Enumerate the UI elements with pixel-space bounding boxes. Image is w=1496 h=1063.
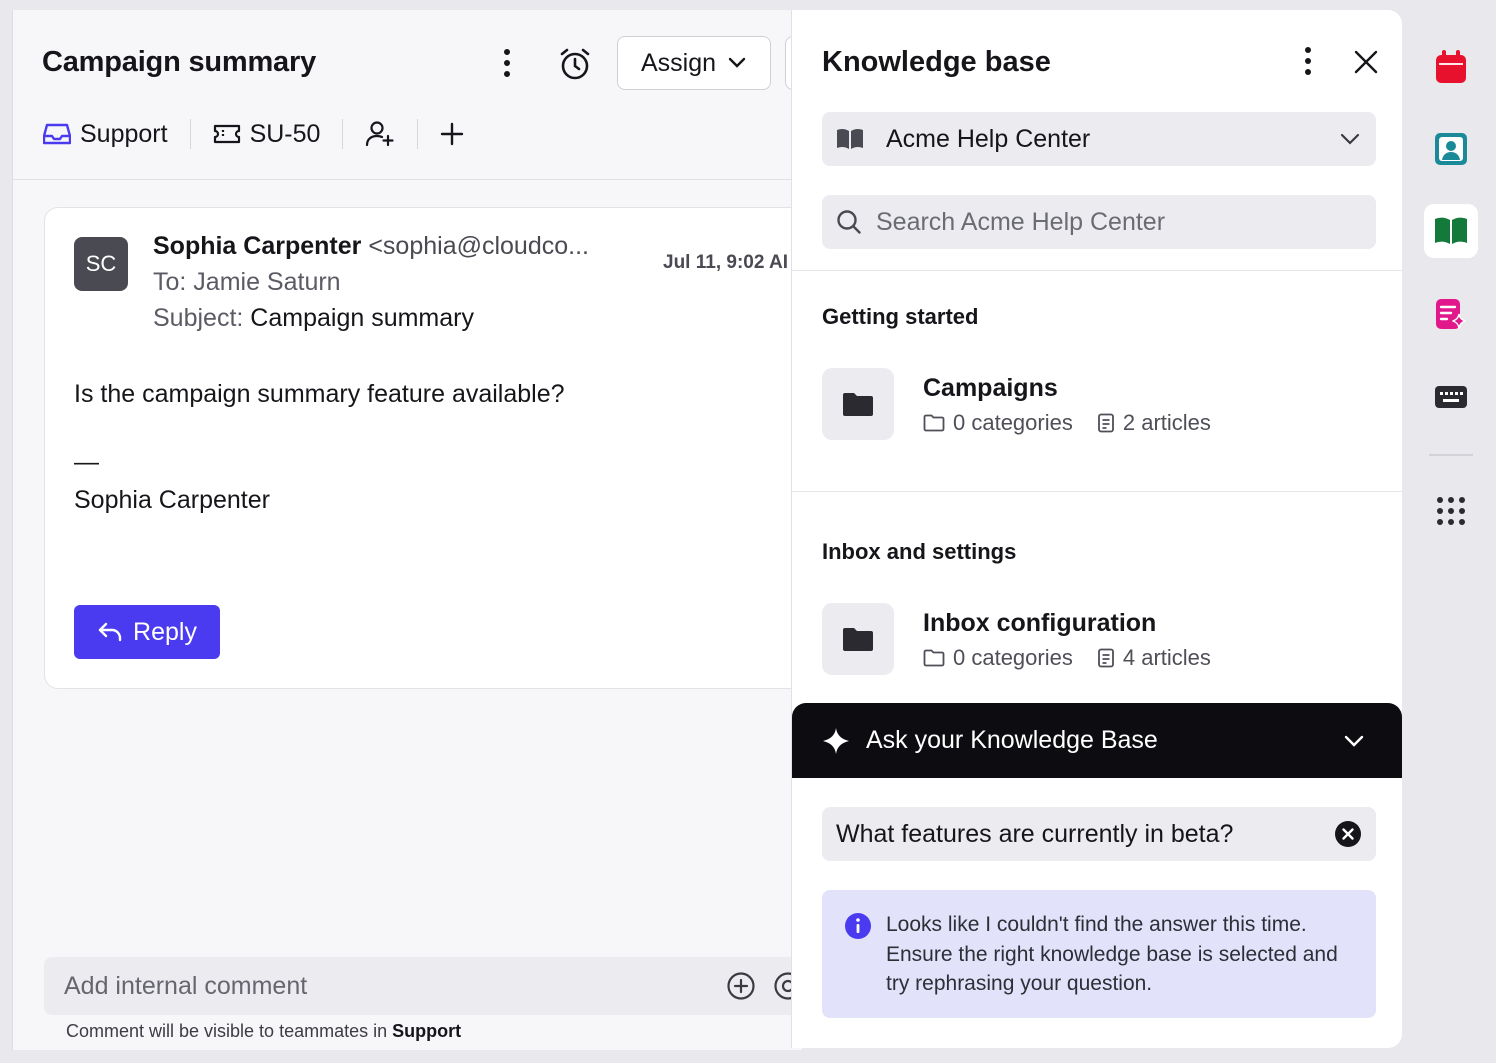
user-add-icon <box>365 120 395 148</box>
internal-comment-box <box>44 957 802 1015</box>
sender-name: Sophia Carpenter <box>153 232 362 260</box>
subject-line: Subject: Campaign summary <box>153 304 474 333</box>
rail-contact[interactable] <box>1424 122 1478 176</box>
knowledge-base-panel: Knowledge base Acme Help Center Getting … <box>791 10 1402 1048</box>
assign-label: Assign <box>641 48 717 77</box>
section-divider <box>792 491 1402 492</box>
conversation-meta-row: Support SU-50 <box>43 114 464 154</box>
info-icon <box>844 912 872 940</box>
folder-outline-icon <box>923 649 953 667</box>
rail-keyboard[interactable] <box>1424 370 1478 424</box>
collection-inbox-configuration[interactable]: Inbox configuration 0 categories 4 artic… <box>822 603 1376 675</box>
folder-icon <box>822 368 894 440</box>
clear-input-icon[interactable] <box>1334 820 1362 848</box>
assign-dropdown[interactable]: Assign <box>617 36 771 90</box>
collection-name: Inbox configuration <box>923 609 1157 637</box>
section-divider <box>792 270 1402 271</box>
add-tag-button[interactable] <box>440 122 464 146</box>
rail-divider <box>1429 454 1473 456</box>
sparkle-icon <box>822 727 850 755</box>
kb-more-options-icon[interactable] <box>1292 44 1324 78</box>
more-options-icon[interactable] <box>491 46 523 80</box>
article-count: 4 articles <box>1122 645 1211 670</box>
ask-knowledge-base-header[interactable]: Ask your Knowledge Base <box>792 703 1402 778</box>
meta-divider <box>417 119 419 149</box>
conversation-panel: Campaign summary Assign Support SU-50 SC… <box>12 10 802 1050</box>
article-icon <box>1097 648 1123 668</box>
add-attachment-icon[interactable] <box>724 969 758 1003</box>
reply-arrow-icon <box>97 621 123 643</box>
section-title-getting-started: Getting started <box>822 304 979 329</box>
chevron-down-icon <box>728 57 746 69</box>
category-count: 0 categories <box>953 410 1073 435</box>
signature-separator: — <box>74 448 99 476</box>
collection-campaigns[interactable]: Campaigns 0 categories 2 articles <box>822 368 1376 440</box>
signature: Sophia Carpenter <box>74 486 270 514</box>
search-icon <box>836 209 862 235</box>
ask-question-box <box>822 807 1376 861</box>
plus-icon <box>440 122 464 146</box>
folder-icon <box>822 603 894 675</box>
comment-note-inbox: Support <box>392 1021 462 1041</box>
snooze-alarm-icon[interactable] <box>555 44 595 84</box>
reply-label: Reply <box>133 617 197 646</box>
conversation-title: Campaign summary <box>42 46 316 78</box>
chevron-down-icon <box>1344 735 1364 747</box>
message-date: Jul 11, 9:02 AI <box>663 252 788 273</box>
comment-note-text: Comment will be visible to teammates in <box>66 1021 388 1041</box>
collection-meta: 0 categories 4 articles <box>923 645 1211 671</box>
meta-divider <box>189 119 191 149</box>
collection-meta: 0 categories 2 articles <box>923 410 1211 436</box>
meta-divider <box>342 119 344 149</box>
subject-text: Campaign summary <box>250 304 474 332</box>
category-count: 0 categories <box>953 645 1073 670</box>
message-body: Is the campaign summary feature availabl… <box>74 380 565 408</box>
article-icon <box>1097 413 1123 433</box>
article-count: 2 articles <box>1122 410 1211 435</box>
comment-input[interactable] <box>64 957 684 1015</box>
ai-compose-icon <box>1435 298 1467 332</box>
kb-search-input[interactable] <box>876 195 1356 249</box>
rail-knowledge-base[interactable] <box>1424 204 1478 258</box>
comment-visibility-note: Comment will be visible to teammates in … <box>66 1021 461 1042</box>
avatar: SC <box>74 237 128 291</box>
contact-icon <box>1434 132 1468 166</box>
conversation-header: Campaign summary Assign Support SU-50 <box>13 10 802 180</box>
help-center-select[interactable]: Acme Help Center <box>822 112 1376 166</box>
reply-button[interactable]: Reply <box>74 605 220 659</box>
sender-line: Sophia Carpenter <sophia@cloudco... <box>153 232 589 261</box>
knowledge-base-title: Knowledge base <box>822 46 1051 78</box>
alert-message: Looks like I couldn't find the answer th… <box>886 913 1338 995</box>
no-answer-alert: Looks like I couldn't find the answer th… <box>822 890 1376 1018</box>
folder-outline-icon <box>923 414 953 432</box>
rail-calendar[interactable] <box>1424 40 1478 94</box>
help-center-selected: Acme Help Center <box>886 124 1091 153</box>
ticket-id: SU-50 <box>249 119 321 148</box>
chevron-down-icon <box>1340 133 1360 145</box>
keyboard-icon <box>1434 385 1468 409</box>
inbox-label: Support <box>80 119 168 148</box>
sender-email: <sophia@cloudco... <box>368 232 589 260</box>
book-icon <box>836 127 864 151</box>
rail-ai-compose[interactable] <box>1424 288 1478 342</box>
calendar-icon <box>1435 50 1467 84</box>
section-title-inbox-settings: Inbox and settings <box>822 539 1017 564</box>
subject-label: Subject: <box>153 304 244 332</box>
ask-title: Ask your Knowledge Base <box>866 726 1158 754</box>
recipient-line: To: Jamie Saturn <box>153 268 341 296</box>
ticket-tag[interactable]: SU-50 <box>213 119 321 149</box>
inbox-tag[interactable]: Support <box>43 120 168 149</box>
apps-grid-icon <box>1436 496 1466 526</box>
close-icon[interactable] <box>1350 46 1382 78</box>
knowledge-base-icon <box>1434 216 1468 246</box>
ticket-icon <box>213 123 241 145</box>
add-participant-button[interactable] <box>365 120 395 148</box>
collection-name: Campaigns <box>923 374 1058 402</box>
kb-search-box <box>822 195 1376 249</box>
inbox-icon <box>43 122 71 146</box>
rail-apps[interactable] <box>1424 484 1478 538</box>
ask-question-input[interactable] <box>836 807 1326 861</box>
email-message-card: SC Sophia Carpenter <sophia@cloudco... J… <box>44 207 802 689</box>
